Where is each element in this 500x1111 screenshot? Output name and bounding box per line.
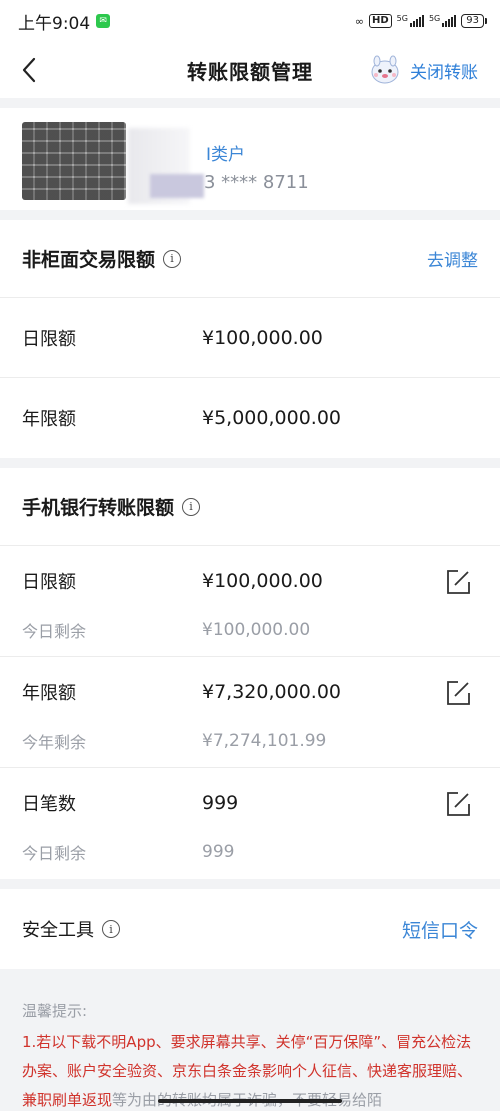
section-title: 非柜面交易限额 i (22, 245, 182, 272)
limit-row: 年限额 ¥5,000,000.00 (22, 407, 342, 430)
limit-row: 日笔数 999 今日剩余 999 (0, 768, 500, 879)
hd-badge: HD (369, 14, 392, 28)
section-title: 安全工具 i (22, 916, 120, 942)
signal-icon: 5G (397, 15, 424, 27)
non-counter-limit-panel: 非柜面交易限额 i 去调整 日限额 ¥100,000.00 年限额 ¥5,000… (0, 220, 500, 458)
nav-bar: 转账限额管理 关闭转账 (0, 42, 500, 98)
account-type: I类户 (206, 145, 246, 165)
page-title: 转账限额管理 (187, 59, 313, 84)
link-icon: ∞ (354, 14, 364, 28)
edit-icon[interactable] (444, 790, 472, 818)
limit-row: 年限额 ¥7,320,000.00 今年剩余 ¥7,274,101.99 (0, 657, 500, 768)
home-indicator (158, 1099, 342, 1103)
account-card[interactable]: I类户 3 **** 8711 (0, 108, 500, 210)
mobile-limit-panel: 手机银行转账限额 i 日限额 ¥100,000.00 今日剩余 ¥100,000.0… (0, 468, 500, 879)
battery-icon: 93 (461, 14, 487, 28)
limit-row: 日限额 ¥100,000.00 (0, 298, 500, 378)
bank-card-image (22, 122, 126, 200)
mascot-icon (371, 55, 399, 84)
info-icon[interactable]: i (182, 497, 201, 516)
edit-icon[interactable] (444, 679, 472, 707)
info-icon[interactable]: i (163, 249, 182, 268)
limit-row: 日限额 ¥100,000.00 今日剩余 ¥100,000.00 (0, 546, 500, 657)
account-number: 3 **** 8711 (204, 172, 309, 193)
signal-icon-2: 5G (429, 15, 457, 27)
tips-title: 温馨提示: (22, 1002, 88, 1020)
edit-icon[interactable] (444, 568, 472, 596)
back-arrow-icon[interactable] (18, 56, 44, 84)
status-time: 上午9:04 (18, 13, 91, 34)
redacted-area-2 (150, 174, 204, 198)
status-bar: 上午9:04 ✉ ∞ HD 5G 5G 93 (0, 0, 500, 42)
info-icon[interactable]: i (102, 920, 120, 938)
close-transfer-button[interactable]: 关闭转账 (368, 53, 478, 87)
tips-section: 温馨提示: 1.若以下载不明App、要求屏幕共享、关停“百万保障”、冒充公检法办… (0, 969, 500, 1111)
section-title: 手机银行转账限额 i (22, 493, 201, 520)
security-tools-row: 安全工具 i 短信口令 (0, 889, 500, 969)
close-transfer-label: 关闭转账 (410, 62, 478, 83)
sms-code-link[interactable]: 短信口令 (402, 916, 478, 943)
adjust-link[interactable]: 去调整 (427, 246, 478, 271)
wechat-icon: ✉ (96, 14, 111, 28)
